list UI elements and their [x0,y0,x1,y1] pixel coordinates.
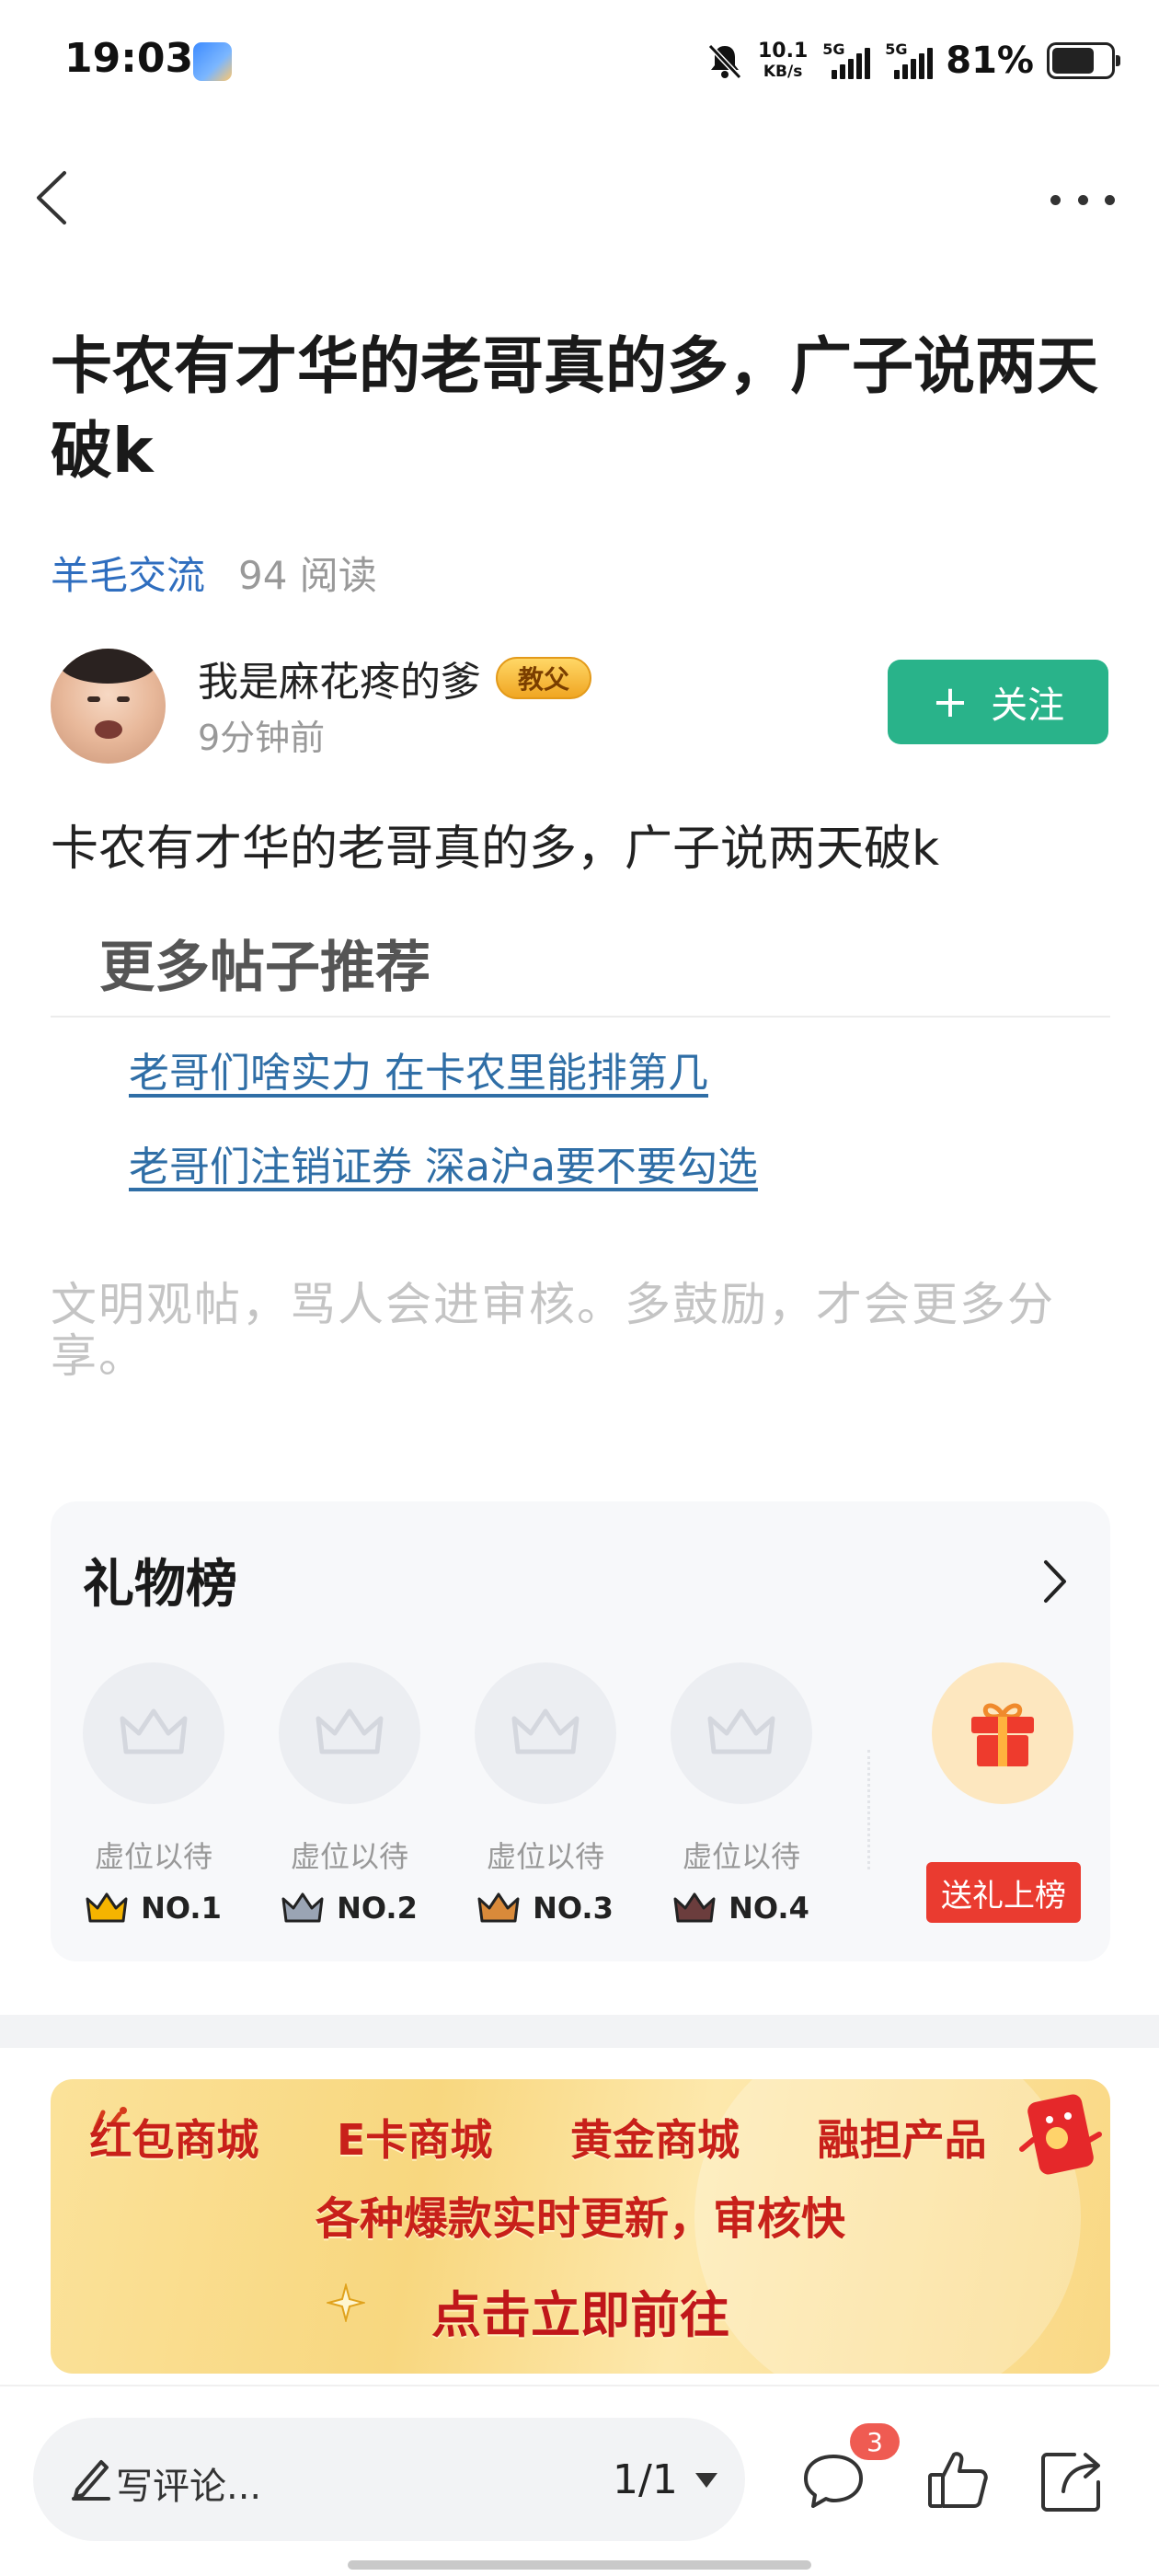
crown-outline-icon [120,1708,188,1754]
more-posts-heading: 更多帖子推荐 [99,936,430,1000]
section-separator [0,2015,1159,2048]
promo-banner[interactable]: 红包商城 E卡商城 黄金商城 融担产品 各种爆款实时更新，审核快 点击立即前往 [51,2079,1110,2374]
red-envelope-mascot-icon [1019,2094,1102,2175]
comment-placeholder: 写评论... [116,2466,262,2508]
gift-rank-slot[interactable]: 虚位以待 NO.1 [80,1662,227,1926]
app-notification-icon [193,42,232,81]
banner-cta: 点击立即前往 [431,2286,729,2344]
network-speed: 10.1 KB/s [758,41,808,80]
signal-5g-label: 5G [822,40,845,58]
banner-category: 红包商城 [89,2115,259,2165]
empty-slot-avatar [671,1662,812,1804]
gift-box-button[interactable] [932,1662,1073,1804]
signal-5g-label: 5G [885,40,908,58]
chevron-right-icon[interactable] [1037,1557,1073,1606]
banner-categories: 红包商城 E卡商城 黄金商城 融担产品 [51,2107,1026,2168]
slot-rank: NO.2 [276,1891,423,1926]
slot-label: 虚位以待 [94,1839,212,1874]
network-speed-value: 10.1 [757,40,809,63]
status-right-group: 10.1 KB/s 5G 5G 81% [705,35,1120,86]
author-name-row: 我是麻花疼的爹 教父 [198,649,592,707]
post-read-count: 94 阅读 [238,553,377,598]
divider [867,1750,870,1869]
slot-rank-label: NO.4 [729,1891,809,1926]
status-time: 19:03 [64,35,194,82]
thumbs-up-icon[interactable] [923,2445,993,2515]
slot-rank: NO.4 [668,1891,815,1926]
battery-percent: 81% [946,40,1034,82]
bottom-bar-divider [0,2385,1159,2386]
slot-rank: NO.1 [80,1891,227,1926]
home-indicator[interactable] [348,2560,811,2570]
gift-board-title: 礼物榜 [83,1555,237,1615]
caret-down-icon[interactable] [694,2471,719,2490]
page-indicator[interactable]: 1/1 [613,2456,678,2503]
slot-label: 虚位以待 [682,1839,800,1874]
banner-subtitle: 各种爆款实时更新，审核快 [315,2193,845,2245]
crown-bronze-icon [477,1892,520,1923]
network-speed-unit: KB/s [763,63,803,81]
crown-outline-icon [316,1708,384,1754]
empty-slot-avatar [83,1662,224,1804]
crown-dark-icon [673,1892,716,1923]
battery-icon [1047,42,1120,79]
back-arrow-icon[interactable] [26,166,81,230]
status-bar: 19:03 10.1 KB/s 5G 5G 81% [0,0,1159,124]
pen-icon [72,2460,110,2501]
gift-rank-slot[interactable]: 虚位以待 NO.4 [668,1662,815,1926]
avatar[interactable] [51,649,166,764]
slot-label: 虚位以待 [486,1839,604,1874]
slot-rank-label: NO.3 [533,1891,614,1926]
share-icon[interactable] [1038,2445,1107,2515]
author-row: 我是麻花疼的爹 教父 9分钟前 + 关注 [51,649,1108,768]
banner-category: 黄金商城 [570,2115,740,2165]
follow-button-label: 关注 [991,684,1065,727]
plus-icon: + [931,676,970,728]
crown-silver-icon [281,1892,324,1923]
divider [51,1016,1110,1018]
post-body: 卡农有才华的老哥真的多，广子说两天破k [51,822,940,877]
post-category-link[interactable]: 羊毛交流 [51,545,205,601]
banner-category: E卡商城 [336,2115,493,2165]
post-meta: 羊毛交流 94 阅读 [51,545,377,601]
more-options-icon[interactable] [1050,184,1115,215]
recommended-post-link[interactable]: 老哥们啥实力 在卡农里能排第几 [129,1040,708,1098]
recommended-post-link[interactable]: 老哥们注销证券 深a沪a要不要勾选 [129,1133,758,1192]
gift-rank-slot[interactable]: 虚位以待 NO.2 [276,1662,423,1926]
signal-icon: 5G [820,40,871,79]
gift-rank-slot[interactable]: 虚位以待 NO.3 [472,1662,619,1926]
post-title: 卡农有才华的老哥真的多，广子说两天破k [51,330,1098,487]
gift-board-card: 礼物榜 虚位以待 NO.1 虚位以待 NO.2 虚位以待 NO.3 虚位以待 N… [51,1501,1110,1961]
post-time: 9分钟前 [198,718,326,758]
crown-gold-icon [86,1892,128,1923]
empty-slot-avatar [279,1662,420,1804]
comment-input[interactable]: 写评论... 1/1 [33,2418,745,2541]
slot-label: 虚位以待 [290,1839,408,1874]
signal-icon: 5G [883,40,934,79]
banner-category: 融担产品 [817,2115,987,2165]
crown-outline-icon [511,1708,580,1754]
empty-slot-avatar [475,1662,616,1804]
send-gift-button[interactable]: 送礼上榜 [926,1862,1081,1923]
community-notice: 文明观帖，骂人会进审核。多鼓励，才会更多分享。 [51,1278,1055,1383]
slot-rank-label: NO.1 [141,1891,222,1926]
slot-rank: NO.3 [472,1891,619,1926]
crown-outline-icon [707,1708,775,1754]
slot-rank-label: NO.2 [337,1891,418,1926]
comment-count-badge: 3 [850,2423,900,2460]
post-detail-page: 19:03 10.1 KB/s 5G 5G 81% 卡农有才华的老哥真的多，广子… [0,0,1159,2576]
gift-icon [971,1703,1034,1766]
bell-muted-icon [707,43,742,80]
author-name[interactable]: 我是麻花疼的爹 [198,649,481,707]
author-title-badge: 教父 [496,657,592,699]
follow-button[interactable]: + 关注 [888,660,1108,744]
